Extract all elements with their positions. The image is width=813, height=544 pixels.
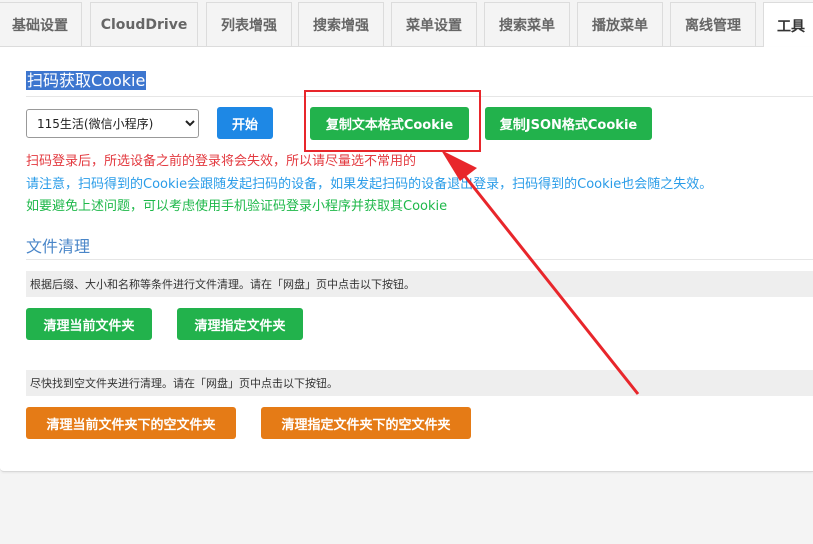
tab-offline-manage[interactable]: 离线管理 — [670, 2, 756, 46]
clean-specified-empty-folders-button[interactable]: 清理指定文件夹下的空文件夹 — [261, 407, 471, 439]
notice-green: 如要避免上述问题，可以考虑使用手机验证码登录小程序并获取其Cookie — [26, 199, 448, 214]
tab-basic-settings[interactable]: 基础设置 — [0, 2, 82, 46]
start-button[interactable]: 开始 — [217, 107, 273, 139]
tab-search-enhance[interactable]: 搜索增强 — [298, 2, 384, 46]
cleanup-section-title: 文件清理 — [26, 237, 91, 256]
tools-panel: 扫码获取Cookie 115生活(微信小程序) 开始 复制文本格式Cookie … — [0, 47, 813, 472]
cookie-section-title: 扫码获取Cookie — [26, 67, 147, 91]
copy-json-cookie-button[interactable]: 复制JSON格式Cookie — [485, 107, 652, 140]
tab-tools[interactable]: 工具 — [763, 2, 813, 48]
clean-specified-folder-button[interactable]: 清理指定文件夹 — [177, 308, 303, 340]
clean-current-folder-button[interactable]: 清理当前文件夹 — [26, 308, 152, 340]
tab-menu-settings[interactable]: 菜单设置 — [391, 2, 477, 46]
cleanup-description: 根据后缀、大小和名称等条件进行文件清理。请在「网盘」页中点击以下按钮。 — [26, 271, 813, 297]
empty-folder-description: 尽快找到空文件夹进行清理。请在「网盘」页中点击以下按钮。 — [26, 370, 813, 396]
device-select[interactable]: 115生活(微信小程序) — [26, 109, 199, 138]
copy-text-cookie-button[interactable]: 复制文本格式Cookie — [310, 107, 469, 140]
clean-current-empty-folders-button[interactable]: 清理当前文件夹下的空文件夹 — [26, 407, 236, 439]
tab-clouddrive[interactable]: CloudDrive — [90, 2, 198, 46]
tab-list-enhance[interactable]: 列表增强 — [206, 2, 292, 46]
notice-red: 扫码登录后，所选设备之前的登录将会失效，所以请尽量选不常用的 — [26, 154, 417, 169]
tab-play-menu[interactable]: 播放菜单 — [577, 2, 663, 46]
divider — [26, 259, 813, 260]
tab-bar: 基础设置 CloudDrive 列表增强 搜索增强 菜单设置 搜索菜单 播放菜单… — [0, 0, 813, 48]
cookie-title-text: 扫码获取Cookie — [26, 71, 147, 90]
notice-blue: 请注意，扫码得到的Cookie会跟随发起扫码的设备，如果发起扫码的设备退出登录，… — [26, 177, 713, 192]
tab-search-menu[interactable]: 搜索菜单 — [484, 2, 570, 46]
